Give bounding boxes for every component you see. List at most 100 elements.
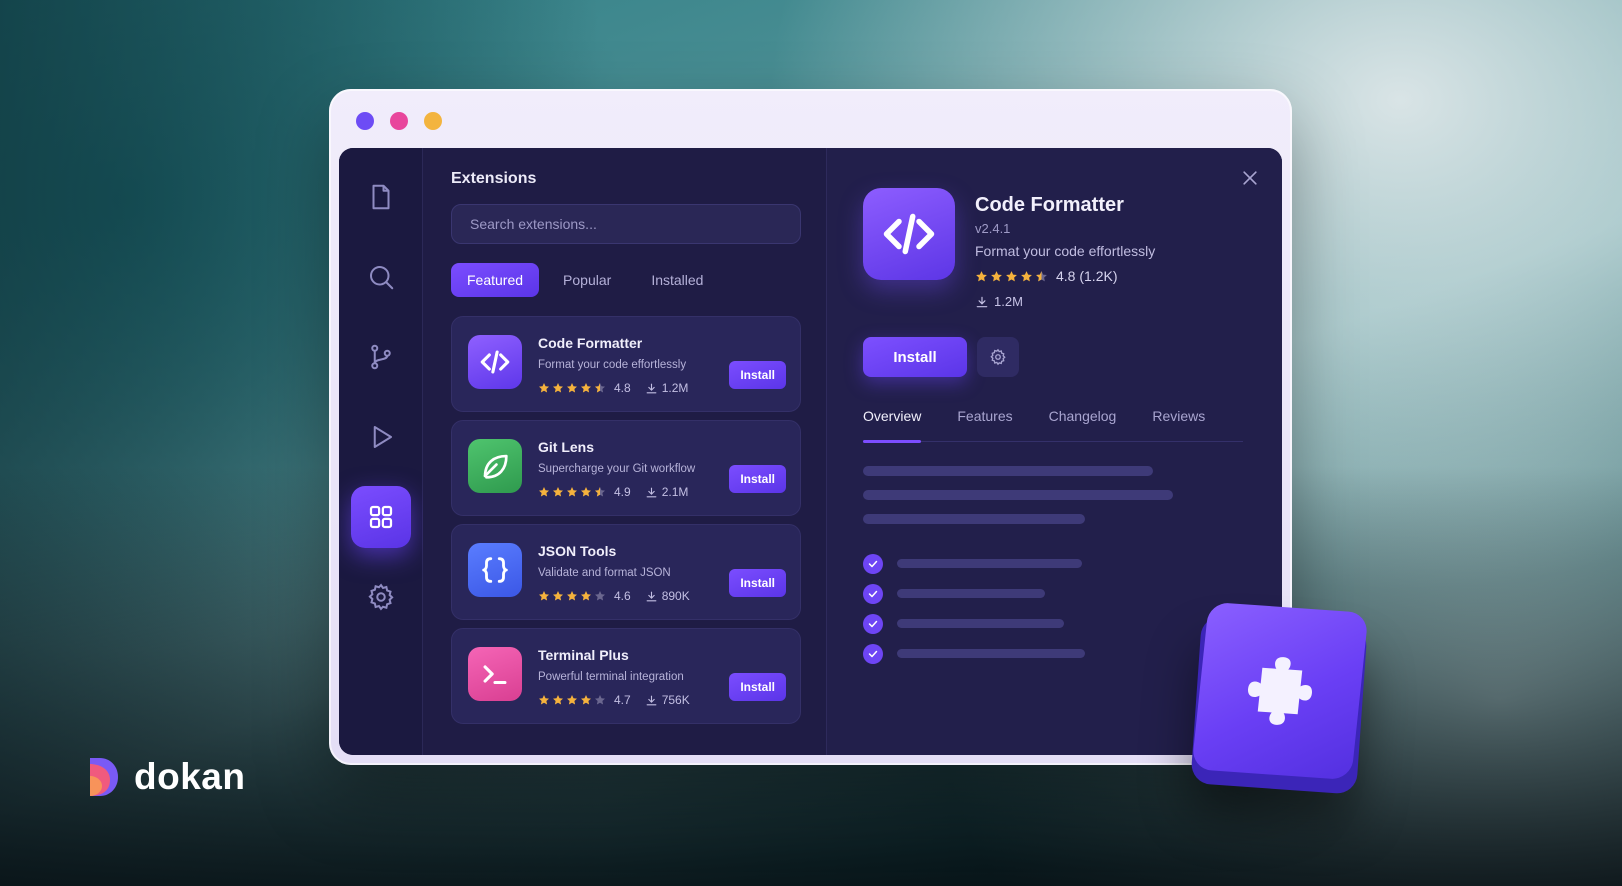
extensions-grid-icon [369,505,393,529]
half-star-icon [595,383,605,393]
curly-braces-icon [482,557,508,583]
leaf-icon [483,454,508,479]
tab-overview[interactable]: Overview [863,402,922,443]
download-count: 756K [645,693,690,707]
placeholder-line [897,559,1082,568]
extension-settings-button[interactable] [977,337,1019,377]
puzzle-tile-face [1191,601,1369,781]
rating-value: 4.6 [614,589,631,603]
star-icon [567,695,577,705]
window-dot-purple[interactable] [356,112,374,130]
placeholder-line [897,619,1064,628]
search-icon [370,266,394,290]
tab-installed[interactable]: Installed [635,263,719,297]
download-value: 1.2M [661,381,689,395]
extension-icon [468,543,522,597]
star-rating [975,270,1048,283]
placeholder-line [863,466,1153,476]
code-brackets-icon [480,350,510,374]
download-value: 890K [661,589,690,603]
activity-bar [339,148,423,755]
star-icon [581,591,591,601]
check-icon [863,614,883,634]
tab-reviews[interactable]: Reviews [1152,402,1205,442]
star-rating [538,694,606,706]
extension-meta: 4.6 890K [538,589,690,603]
download-value: 1.2M [994,294,1023,309]
extension-description: Format your code effortlessly [538,359,687,371]
half-star-icon [1036,270,1047,281]
sidebar-item-settings[interactable] [351,566,411,628]
extension-card[interactable]: Terminal Plus Powerful terminal integrat… [451,628,801,724]
placeholder-line [863,514,1085,524]
install-button[interactable]: Install [729,569,786,597]
star-icon [581,695,591,705]
window-dot-yellow[interactable] [424,112,442,130]
file-icon [372,184,390,210]
window-controls [356,112,442,130]
extension-meta: 4.7 756K [538,693,690,707]
extension-card[interactable]: JSON Tools Validate and format JSON 4.6 … [451,524,801,620]
sidebar-item-search[interactable] [351,246,411,308]
download-count: 1.2M [645,381,689,395]
close-icon[interactable] [1240,168,1260,188]
window-dot-pink[interactable] [390,112,408,130]
extension-version: v2.4.1 [975,221,1011,236]
sidebar-item-extensions[interactable] [351,486,411,548]
star-icon [1021,270,1032,281]
tab-featured[interactable]: Featured [451,263,540,297]
download-value: 756K [661,693,690,707]
terminal-icon [483,665,507,685]
sidebar-item-files[interactable] [351,166,411,228]
star-rating [538,382,606,394]
star-icon [567,487,577,497]
star-icon [581,383,591,393]
extensions-panel: Extensions Featured Popular Installed Co… [423,148,827,755]
download-icon [646,695,657,705]
placeholder-line [897,589,1045,598]
gear-icon [990,348,1006,366]
star-icon [539,383,549,393]
install-button[interactable]: Install [863,337,967,377]
extension-name: JSON Tools [538,543,617,559]
extension-name: Code Formatter [538,335,643,351]
search-input[interactable] [451,204,801,244]
extension-icon [468,335,522,389]
extension-description: Powerful terminal integration [538,671,684,683]
panel-title: Extensions [451,170,537,187]
placeholder-line [897,649,1085,658]
install-button[interactable]: Install [729,465,786,493]
placeholder-line [863,490,1173,500]
extension-name: Git Lens [538,439,595,455]
extension-card[interactable]: Code Formatter Format your code effortle… [451,316,801,412]
install-button[interactable]: Install [729,673,786,701]
extension-icon [468,647,522,701]
detail-downloads: 1.2M [975,294,1023,309]
star-icon [553,487,563,497]
extension-icon [468,439,522,493]
play-icon [373,426,392,448]
tab-popular[interactable]: Popular [547,263,627,297]
git-branch-icon [371,344,391,370]
extension-card[interactable]: Git Lens Supercharge your Git workflow 4… [451,420,801,516]
star-icon [539,487,549,497]
detail-tabs: Overview Features Changelog Reviews [863,402,1243,443]
brand-logo: dokan [86,754,245,800]
rating-value: 4.8 (1.2K) [1056,268,1118,284]
sidebar-item-run[interactable] [351,406,411,468]
download-icon [646,487,657,497]
sidebar-item-source-control[interactable] [351,326,411,388]
rating-value: 4.9 [614,485,631,499]
tab-changelog[interactable]: Changelog [1049,402,1117,442]
extension-meta: 4.8 1.2M [538,381,688,395]
star-icon [567,591,577,601]
install-button[interactable]: Install [729,361,786,389]
rating-value: 4.8 [614,381,631,395]
brand-name: dokan [134,756,246,797]
star-icon [567,383,577,393]
tab-features[interactable]: Features [957,402,1012,442]
download-value: 2.1M [661,485,689,499]
app-window: Extensions Featured Popular Installed Co… [329,89,1292,765]
check-icon [863,644,883,664]
extension-tagline: Format your code effortlessly [975,243,1156,259]
